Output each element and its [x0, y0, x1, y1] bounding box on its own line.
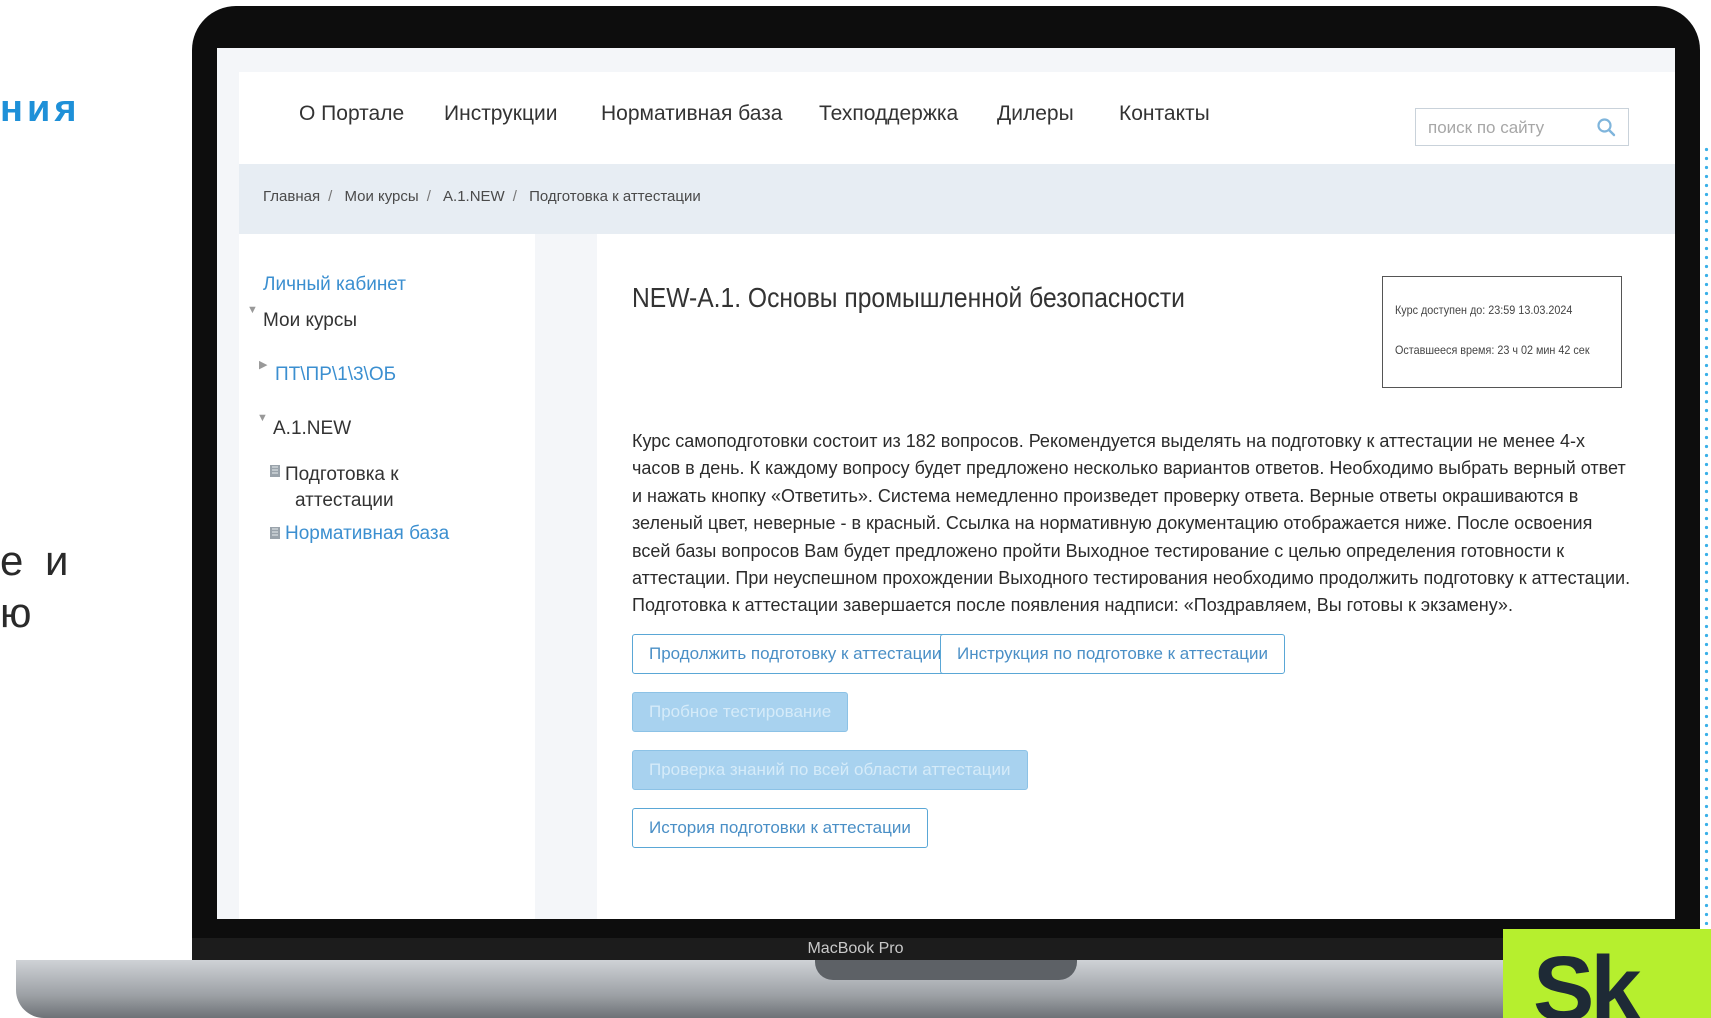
search-input[interactable] [1416, 109, 1600, 147]
chevron-down-icon: ▼ [257, 412, 268, 424]
nav-instructions[interactable]: Инструкции [444, 102, 557, 126]
nav-support[interactable]: Техподдержка [819, 102, 958, 126]
slide-heading-fragment: ния [0, 88, 81, 130]
sidebar-item-normative[interactable]: Нормативная база [285, 523, 449, 545]
breadcrumb-current: Подготовка к аттестации [529, 188, 701, 205]
sidebar-item-prep[interactable]: Подготовка к аттестации [285, 462, 399, 514]
page-title: NEW-А.1. Основы промышленной безопасност… [632, 282, 1185, 313]
nav-dealers[interactable]: Дилеры [997, 102, 1074, 126]
skolkovo-logo: Sk [1503, 929, 1711, 1018]
chevron-right-icon: ▶ [259, 359, 268, 371]
breadcrumb-separator: / [426, 188, 431, 205]
search-box [1415, 108, 1629, 147]
laptop-notch [815, 960, 1077, 980]
breadcrumb-separator: / [512, 188, 517, 205]
breadcrumb-my-courses[interactable]: Мои курсы [344, 188, 418, 205]
sidebar-course-pt-pr[interactable]: ПТ\ПР\1\3\ОБ [275, 364, 396, 386]
chevron-down-icon: ▼ [247, 304, 258, 316]
laptop-screen: О Портале Инструкции Нормативная база Те… [217, 48, 1675, 919]
prep-history-button[interactable]: История подготовки к аттестации [632, 808, 928, 848]
breadcrumb-course[interactable]: А.1.NEW [443, 188, 505, 205]
course-remaining-time: Оставшееся время: 23 ч 02 мин 42 сек [1395, 343, 1590, 357]
sidebar-link-cabinet[interactable]: Личный кабинет [263, 274, 406, 296]
course-timer-box: Курс доступен до: 23:59 13.03.2024 Остав… [1382, 276, 1622, 388]
breadcrumb: Главная / Мои курсы / А.1.NEW / Подготовка … [239, 164, 1675, 234]
nav-contacts[interactable]: Контакты [1119, 102, 1210, 126]
sidebar-item-prep-line2: аттестации [295, 490, 394, 511]
slide-text-line-1: е и [0, 537, 74, 584]
continue-prep-button[interactable]: Продолжить подготовку к аттестации [632, 634, 959, 674]
sidebar-my-courses[interactable]: Мои курсы [263, 310, 357, 332]
sidebar-item-prep-line1: Подготовка к [285, 464, 399, 485]
breadcrumb-home[interactable]: Главная [263, 188, 320, 205]
instruction-button[interactable]: Инструкция по подготовке к аттестации [940, 634, 1285, 674]
course-available-until: Курс доступен до: 23:59 13.03.2024 [1395, 303, 1573, 317]
laptop-brand-label: MacBook Pro [807, 940, 904, 957]
sidebar: Личный кабинет ▼ Мои курсы ▶ ПТ\ПР\1\3\О… [239, 234, 535, 919]
main-content: NEW-А.1. Основы промышленной безопасност… [597, 234, 1675, 919]
trial-test-button[interactable]: Пробное тестирование [632, 692, 849, 732]
breadcrumb-separator: / [328, 188, 333, 205]
nav-about[interactable]: О Портале [299, 102, 404, 126]
book-icon [270, 527, 280, 539]
course-description: Курс самоподготовки состоит из 182 вопро… [632, 431, 1631, 616]
book-icon [270, 465, 280, 477]
full-knowledge-check-button[interactable]: Проверка знаний по всей области аттестац… [632, 750, 1028, 790]
nav-normative-base[interactable]: Нормативная база [601, 102, 782, 126]
top-navigation: О Портале Инструкции Нормативная база Те… [239, 72, 1675, 164]
sidebar-course-a1-new[interactable]: А.1.NEW [273, 418, 351, 440]
search-icon[interactable] [1596, 117, 1616, 137]
slide-text-fragment: е и ю [0, 535, 74, 639]
slide-text-line-2: ю [0, 589, 37, 636]
